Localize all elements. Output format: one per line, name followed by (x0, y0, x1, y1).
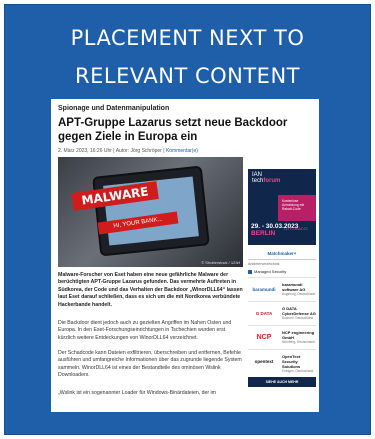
ad-code: LLTF23BAC23 (284, 227, 308, 231)
ad-city: BERLIN (251, 230, 276, 237)
category-filter[interactable]: Managed Security (248, 267, 316, 277)
vendor-name: baramundi software AG Augsburg, Deutschla… (282, 282, 316, 297)
vendor-location: Augsburg, Deutschland (282, 292, 316, 296)
vendor-entry[interactable]: G DATA G DATA CyberDefense AG Bochum, Deu… (248, 301, 316, 325)
vendor-logo: G DATA (255, 311, 273, 316)
see-all-vendors-button[interactable]: SIEHE AUCH MEHR (248, 377, 316, 387)
vendor-logo: NCP (256, 334, 272, 341)
article-title[interactable]: APT-Gruppe Lazarus setzt neue Backdoor g… (58, 116, 314, 144)
headline-line-2: RELEVANT CONTENT (75, 64, 300, 88)
matchmaker-link[interactable]: Matchmaker+ (248, 249, 316, 259)
ad-logo-tech: tech (252, 178, 264, 184)
ad-tagline: Kostenlose Anmeldung mit Rabatt-Code (282, 199, 304, 211)
vendor-name: G DATA CyberDefense AG Bochum, Deutschlan… (282, 306, 316, 321)
techforum-ad[interactable]: IAN techforum Kostenlose Anmeldung mit R… (248, 169, 316, 245)
vendor-entry[interactable]: baramundi baramundi software AG Augsburg,… (248, 277, 316, 301)
vendor-location: Nürnberg, Deutschland (282, 340, 315, 344)
category-label: Managed Security (254, 269, 287, 274)
sidebar: IAN techforum Kostenlose Anmeldung mit R… (248, 169, 316, 387)
tablet-illustration (92, 165, 210, 257)
article-paragraph-2: Der Schadcode kann Dateien exfiltrieren,… (58, 350, 242, 379)
comments-link[interactable]: Kommentar(e) (166, 148, 198, 154)
article-byline: 2. März 2023, 16:26 Uhr | Autor: Jörg Sc… (58, 148, 198, 154)
byline-meta: 2. März 2023, 16:26 Uhr | Autor: Jörg Sc… (58, 148, 166, 154)
vendor-location: Bochum, Deutschland (282, 316, 314, 320)
directory-heading: Anbieterverzeichnis (248, 259, 316, 267)
vendor-name-text: baramundi software AG (282, 282, 306, 292)
article-page-preview: Spionage und Datenmanipulation APT-Grupp… (51, 99, 319, 412)
techforum-logo: IAN techforum (252, 172, 280, 184)
vendor-name-text: NCP engineering GmbH (282, 330, 315, 340)
promo-headline: PLACEMENT NEXT TO RELEVANT CONTENT (5, 19, 370, 95)
vendor-entry[interactable]: NCP NCP engineering GmbH Nürnberg, Deutsc… (248, 325, 316, 349)
article-hero-image: MALWARE HI, YOUR BANK... © Shutterstock … (58, 157, 243, 267)
headline-line-1: PLACEMENT NEXT TO (70, 26, 305, 50)
article-paragraph-1: Die Backdoor dient jedoch auch zu geziel… (58, 320, 232, 341)
vendor-name: OpenText Security Solutions Eningen, Deut… (282, 354, 316, 374)
vendor-location: Eningen, Deutschland (282, 369, 314, 373)
category-checkbox-icon[interactable] (248, 269, 252, 274)
vendor-name-text: OpenText Security Solutions (282, 354, 301, 369)
vendor-name: NCP engineering GmbH Nürnberg, Deutschlan… (282, 330, 316, 345)
vendor-logo: baramundi (252, 287, 276, 292)
ad-logo-forum: forum (263, 178, 281, 184)
article-paragraph-3: „Wslink ist ein sogenannter Loader für W… (58, 390, 217, 396)
vendor-logo: opentext (254, 359, 274, 364)
vendor-entry[interactable]: opentext OpenText Security Solutions Enin… (248, 349, 316, 373)
article-lead: Malware-Forscher von Eset haben eine neu… (58, 272, 243, 308)
article-kicker: Spionage und Datenmanipulation (58, 105, 170, 112)
vendor-name-text: G DATA CyberDefense AG (282, 306, 316, 316)
image-credit: © Shutterstock / 123rf (201, 260, 240, 265)
